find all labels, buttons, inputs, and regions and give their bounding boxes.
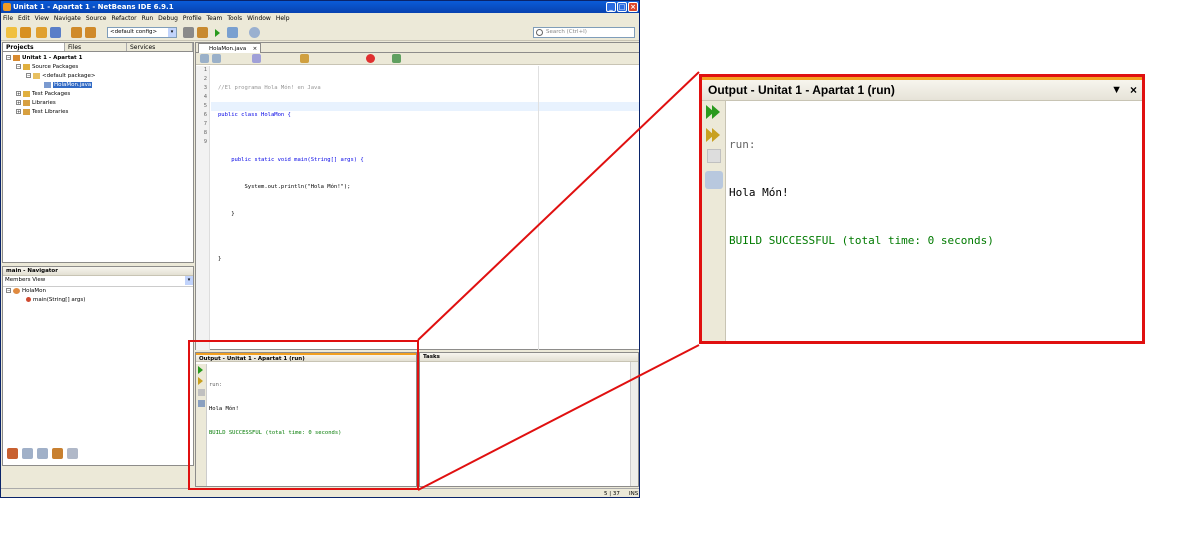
output-title-text: Output - Unitat 1 - Apartat 1 (run) [708,83,895,97]
rerun-with-params-icon[interactable] [705,126,723,144]
output-line: run: [729,138,756,151]
settings-icon[interactable] [705,171,723,189]
output-side-toolbar-zoomed [702,101,726,341]
minimize-window-icon[interactable]: ▼ [1111,80,1122,100]
output-line: Hola Món! [729,186,789,199]
rerun-icon[interactable] [705,103,723,121]
connector-line-top [417,71,700,341]
output-text-zoomed: run: Hola Món! BUILD SUCCESSFUL (total t… [729,105,994,281]
output-line: BUILD SUCCESSFUL (total time: 0 seconds) [729,234,994,247]
close-icon[interactable]: × [1130,80,1137,100]
output-title-zoomed: Output - Unitat 1 - Apartat 1 (run) ▼ × [702,77,1142,101]
stop-icon[interactable] [707,149,721,163]
connector-line-bottom [417,344,700,491]
output-panel-zoomed: Output - Unitat 1 - Apartat 1 (run) ▼ × … [699,74,1145,344]
